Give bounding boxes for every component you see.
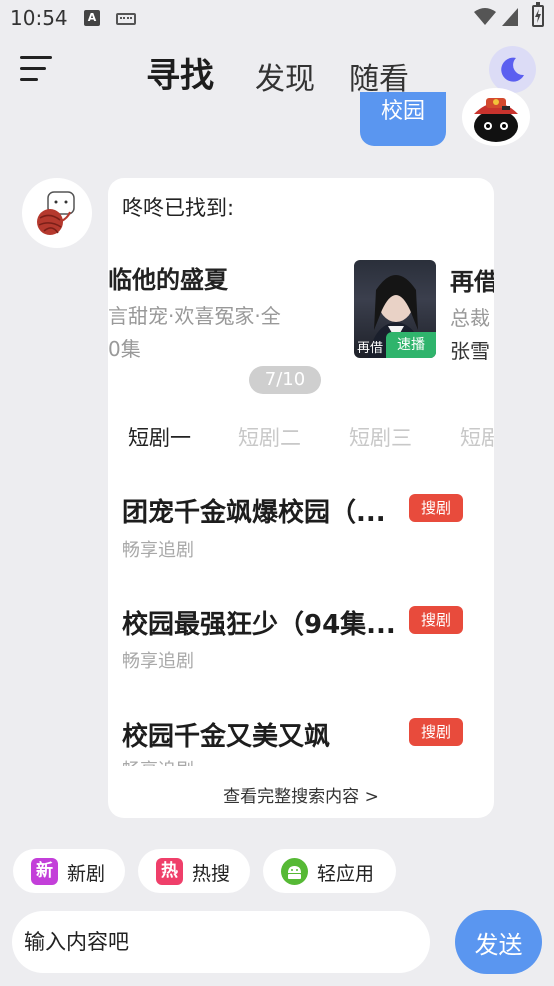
message-input[interactable] [12, 911, 430, 973]
dark-mode-toggle[interactable] [489, 46, 536, 93]
status-bar: 10:54 A [0, 0, 554, 38]
result-subtitle: 畅享追剧 [122, 540, 194, 561]
status-time: 10:54 [10, 6, 68, 30]
poster-title-text: 再借 [357, 341, 384, 356]
new-icon: 新 [31, 858, 58, 885]
result-title[interactable]: 校园千金又美又飒 [122, 716, 330, 753]
search-drama-button[interactable]: 搜剧 [409, 718, 463, 746]
tab-drama-1[interactable]: 短剧一 [128, 422, 191, 452]
send-button[interactable]: 发送 [455, 910, 542, 974]
accessibility-notification-icon: A [84, 10, 100, 26]
user-message-bubble: 校园 [360, 92, 446, 146]
chip-label: 轻应用 [317, 863, 375, 885]
bot-response-card: 咚咚已找到: 临他的盛夏 言甜宠·欢喜冤家·全 0集 再借 速播 再借 总裁 张… [108, 178, 494, 818]
hot-icon: 热 [156, 858, 183, 885]
carousel-prev-title[interactable]: 临他的盛夏 [108, 260, 228, 295]
bot-greeting: 咚咚已找到: [122, 196, 235, 220]
search-drama-button[interactable]: 搜剧 [409, 494, 463, 522]
tab-discover[interactable]: 发现 [255, 54, 315, 98]
carousel-prev-tags: 言甜宠·欢喜冤家·全 [108, 304, 281, 328]
bot-avatar [22, 178, 92, 248]
result-subtitle: 畅享追剧 [122, 756, 194, 766]
tab-drama-2[interactable]: 短剧二 [238, 422, 301, 452]
result-title[interactable]: 团宠千金飒爆校园（... [122, 492, 386, 529]
result-title[interactable]: 校园最强狂少（94集... [122, 604, 396, 641]
result-subtitle: 畅享追剧 [122, 651, 194, 672]
search-drama-button[interactable]: 搜剧 [409, 606, 463, 634]
keyboard-icon [116, 13, 136, 25]
tab-drama-4[interactable]: 短剧 [460, 422, 494, 452]
view-full-results-link[interactable]: 查看完整搜索内容 > [108, 782, 494, 807]
chip-light-apps[interactable]: 轻应用 [263, 849, 396, 893]
menu-button[interactable] [20, 55, 52, 85]
tab-drama-3[interactable]: 短剧三 [349, 422, 412, 452]
drama-poster[interactable]: 再借 速播 [354, 260, 436, 358]
chip-new-drama[interactable]: 新 新剧 [13, 849, 125, 893]
carousel-current-cast: 张雪 [450, 339, 490, 363]
user-avatar[interactable] [462, 88, 530, 146]
carousel-current-title[interactable]: 再借 [450, 262, 494, 297]
android-icon [281, 858, 308, 885]
chip-hot-search[interactable]: 热 热搜 [138, 849, 250, 893]
battery-icon [532, 2, 544, 27]
carousel-current-tags: 总裁 [450, 306, 490, 330]
carousel-prev-episodes: 0集 [108, 337, 141, 361]
wifi-icon [474, 8, 496, 25]
carousel-pager: 7/10 [249, 366, 321, 394]
signal-icon [502, 8, 518, 26]
tab-find[interactable]: 寻找 [146, 48, 214, 97]
chip-label: 热搜 [192, 863, 231, 885]
moon-icon [501, 57, 524, 82]
quick-play-badge: 速播 [386, 332, 436, 358]
chip-label: 新剧 [67, 863, 106, 885]
